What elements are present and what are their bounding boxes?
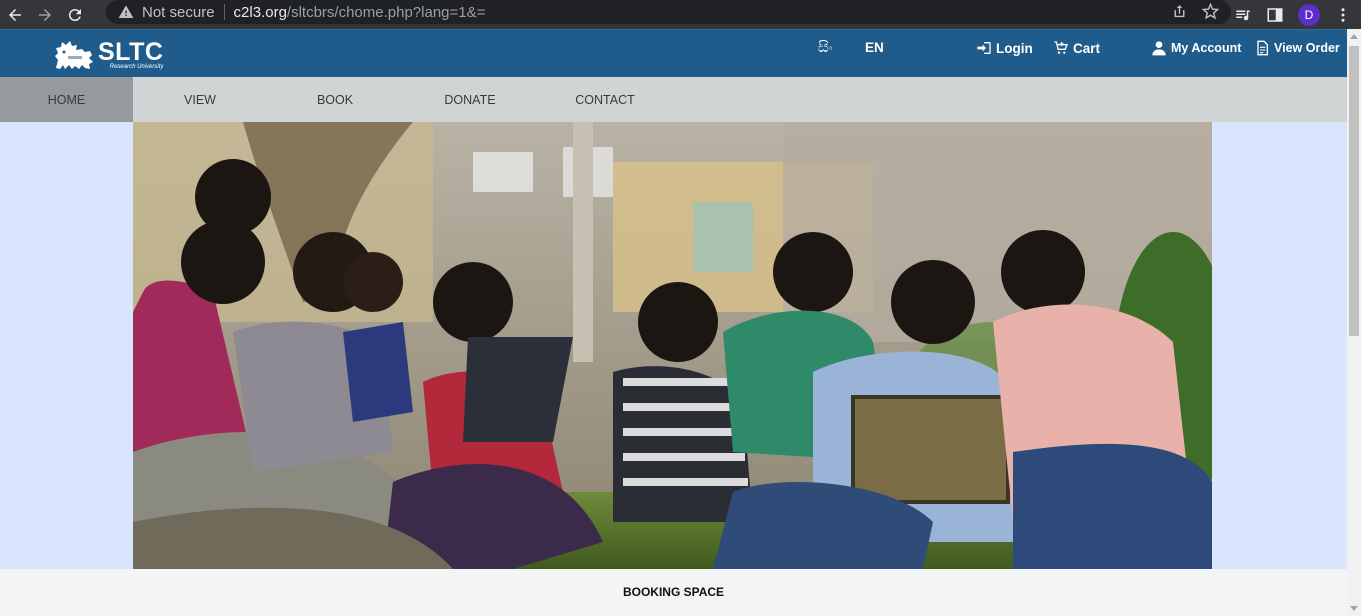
view-order-label: View Order bbox=[1274, 41, 1340, 55]
nav-view[interactable]: VIEW bbox=[170, 77, 230, 122]
language-english-link[interactable]: EN bbox=[865, 40, 884, 55]
scroll-up-arrow-icon[interactable] bbox=[1350, 34, 1358, 39]
cart-label: Cart bbox=[1073, 40, 1101, 56]
brand-name: SLTC bbox=[98, 38, 164, 66]
nav-home[interactable]: HOME bbox=[0, 77, 133, 122]
url-host: c2l3.org bbox=[233, 3, 287, 21]
login-label: Login bbox=[996, 40, 1033, 56]
forward-button[interactable] bbox=[30, 0, 60, 29]
url-path: /sltcbrs/chome.php?lang=1&= bbox=[286, 3, 486, 21]
nav-contact[interactable]: CONTACT bbox=[572, 77, 638, 122]
students-photo bbox=[133, 122, 1212, 569]
reload-button[interactable] bbox=[60, 0, 90, 29]
nav-book[interactable]: BOOK bbox=[305, 77, 365, 122]
address-bar[interactable]: Not secure c2l3.org/sltcbrs/chome.php?la… bbox=[106, 0, 1231, 24]
scrollbar-thumb[interactable] bbox=[1349, 46, 1359, 336]
booking-space-title: BOOKING SPACE bbox=[622, 585, 725, 599]
site-logo[interactable]: SLTC Research University bbox=[52, 38, 163, 72]
booking-section: BOOKING SPACE bbox=[0, 569, 1347, 616]
my-account-link[interactable]: My Account bbox=[1151, 40, 1241, 56]
security-label: Not secure bbox=[142, 3, 215, 21]
page-scrollbar[interactable] bbox=[1347, 29, 1361, 616]
profile-avatar[interactable]: D bbox=[1298, 3, 1320, 26]
arrow-right-icon bbox=[39, 8, 51, 21]
cart-link[interactable]: Cart bbox=[1053, 40, 1100, 56]
divider bbox=[223, 4, 225, 20]
document-icon bbox=[1257, 40, 1268, 56]
nav-donate[interactable]: DONATE bbox=[440, 77, 500, 122]
cart-icon bbox=[1054, 41, 1068, 54]
user-icon bbox=[1152, 41, 1166, 56]
reload-icon bbox=[68, 8, 81, 21]
scroll-down-arrow-icon[interactable] bbox=[1350, 606, 1358, 611]
browser-toolbar: Not secure c2l3.org/sltcbrs/chome.php?la… bbox=[0, 0, 1361, 29]
main-navigation: HOME VIEW BOOK DONATE CONTACT bbox=[0, 77, 1347, 122]
kebab-menu-icon[interactable] bbox=[1334, 6, 1352, 24]
login-link[interactable]: Login bbox=[976, 40, 1033, 56]
url-text: c2l3.org/sltcbrs/chome.php?lang=1&= bbox=[234, 4, 486, 21]
view-order-link[interactable]: View Order bbox=[1254, 40, 1340, 56]
side-panel-icon[interactable] bbox=[1266, 6, 1284, 24]
back-button[interactable] bbox=[0, 0, 30, 29]
warning-icon bbox=[118, 5, 134, 18]
language-sinhala-link[interactable]: සිං bbox=[818, 39, 833, 56]
media-queue-icon[interactable] bbox=[1234, 6, 1252, 24]
login-icon bbox=[977, 42, 991, 54]
share-icon[interactable] bbox=[1171, 3, 1188, 20]
arrow-left-icon bbox=[9, 8, 21, 21]
site-header: SLTC Research University සිං EN Login Ca… bbox=[0, 29, 1347, 77]
hero-image bbox=[133, 122, 1212, 569]
my-account-label: My Account bbox=[1171, 41, 1242, 55]
lion-logo-icon bbox=[55, 41, 93, 69]
bookmark-star-icon[interactable] bbox=[1202, 3, 1219, 20]
